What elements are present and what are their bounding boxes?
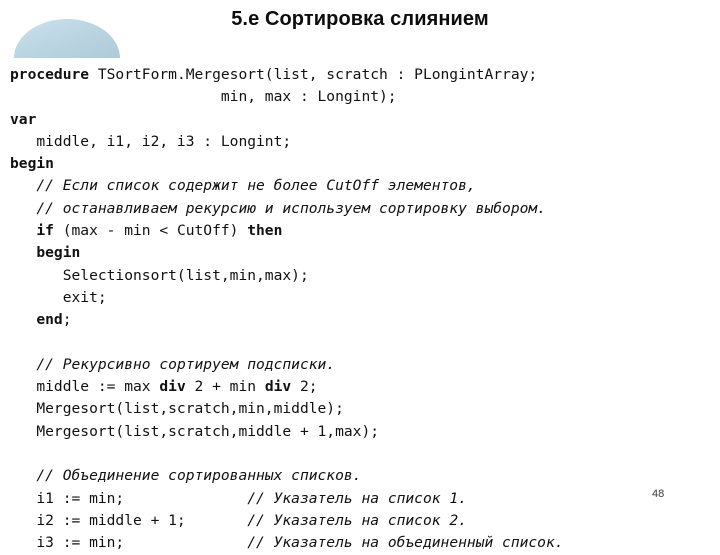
code-line: Selectionsort(list,min,max);: [10, 265, 710, 287]
code-keyword: begin: [10, 155, 54, 173]
code-line: begin: [10, 242, 710, 264]
code-line: begin: [10, 153, 710, 175]
code-text: TSortForm.Mergesort(list, scratch : PLon…: [89, 66, 538, 83]
code-line: min, max : Longint);: [10, 86, 710, 108]
code-comment: // Указатель на объединенный список.: [247, 534, 564, 552]
code-text: (max - min < CutOff): [53, 222, 248, 240]
code-text: Mergesort(list,scratch,min,middle);: [10, 400, 344, 418]
code-line: if (max - min < CutOff) then: [10, 220, 710, 242]
code-comment: // Указатель на список 1.: [247, 489, 467, 507]
code-line: // Объединение сортированных списков.: [10, 465, 710, 487]
code-text: 2;: [291, 378, 318, 396]
code-comment: // Объединение сортированных списков.: [36, 467, 362, 485]
code-comment: // Если список содержит не более CutOff …: [36, 177, 476, 195]
code-line: // Если список содержит не более CutOff …: [10, 175, 710, 197]
code-line: middle, i1, i2, i3 : Longint;: [10, 131, 710, 153]
code-line: Mergesort(list,scratch,middle + 1,max);: [10, 421, 710, 443]
code-text: middle := max: [10, 378, 160, 396]
code-keyword: begin: [36, 244, 81, 262]
code-keyword: if: [36, 222, 54, 240]
code-line: middle := max div 2 + min div 2;: [10, 376, 710, 398]
code-listing: procedure TSortForm.Mergesort(list, scra…: [10, 64, 710, 555]
code-comment: // останавливаем рекурсию и используем с…: [36, 199, 546, 217]
code-keyword: div: [264, 378, 292, 396]
code-line: // Рекурсивно сортируем подсписки.: [10, 354, 710, 376]
code-line: var: [10, 109, 710, 131]
code-line: i1 := min; // Указатель на список 1.: [10, 488, 710, 510]
code-keyword: div: [159, 378, 186, 396]
page-number: 48: [652, 488, 665, 500]
code-text: ;: [62, 311, 72, 329]
code-text: 2 + min: [185, 378, 265, 396]
code-text: middle, i1, i2, i3 : Longint;: [10, 132, 292, 150]
code-line: procedure TSortForm.Mergesort(list, scra…: [10, 64, 710, 86]
code-comment: // Указатель на список 2.: [247, 511, 467, 529]
page-title: 5.е Сортировка слиянием: [231, 8, 489, 30]
code-text: exit;: [10, 288, 107, 306]
code-comment: // Рекурсивно сортируем подсписки.: [36, 355, 336, 373]
code-keyword: procedure: [10, 66, 90, 83]
code-line: // останавливаем рекурсию и используем с…: [10, 198, 710, 220]
code-line: end;: [10, 309, 710, 331]
code-keyword: then: [247, 222, 283, 240]
code-line: Mergesort(list,scratch,min,middle);: [10, 398, 710, 420]
code-keyword: end: [36, 311, 63, 329]
code-line: i3 := min; // Указатель на объединенный …: [10, 532, 710, 554]
code-text: Selectionsort(list,min,max);: [10, 266, 309, 284]
code-keyword: var: [10, 110, 37, 128]
code-text: min, max : Longint);: [10, 88, 397, 106]
code-line: exit;: [10, 287, 710, 309]
code-text: i2 := middle + 1;: [10, 511, 248, 529]
code-text: i3 := min;: [10, 534, 248, 552]
code-text: i1 := min;: [10, 489, 248, 507]
code-text: Mergesort(list,scratch,middle + 1,max);: [10, 422, 380, 440]
code-line: i2 := middle + 1; // Указатель на список…: [10, 510, 710, 532]
